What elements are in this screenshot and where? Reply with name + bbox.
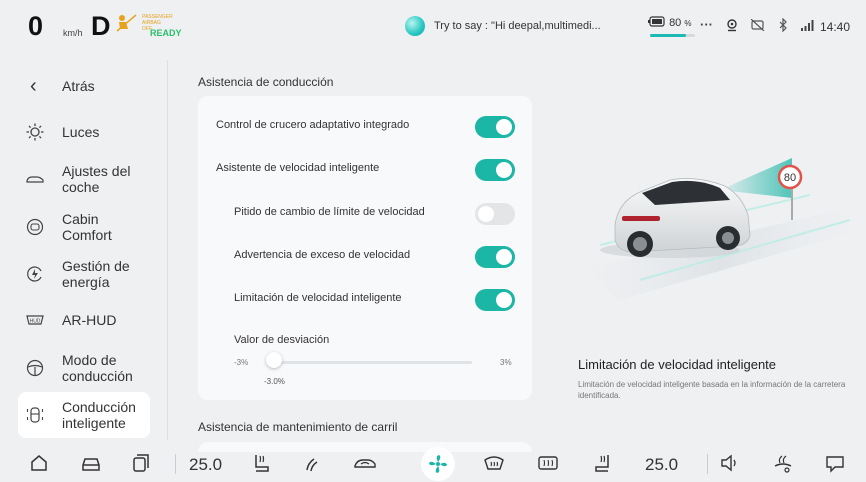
row-label: Asistente de velocidad inteligente bbox=[216, 162, 380, 174]
steering-heat-icon[interactable] bbox=[770, 450, 796, 476]
driving-assist-card: Control de crucero adaptativo integrado … bbox=[198, 96, 532, 400]
limit-chime-toggle[interactable] bbox=[475, 203, 515, 225]
speed-sign-value: 80 bbox=[784, 172, 796, 184]
speed-limit-illustration: 80 bbox=[580, 158, 860, 300]
fan-button[interactable] bbox=[421, 447, 455, 481]
row-label: Control de crucero adaptativo integrado bbox=[216, 119, 410, 131]
car-status-icon[interactable] bbox=[78, 450, 104, 476]
signal-icon bbox=[801, 20, 814, 31]
deviation-label: Valor de desviación bbox=[234, 334, 330, 346]
bluetooth-icon[interactable] bbox=[778, 18, 788, 32]
row-label: Pitido de cambio de límite de velocidad bbox=[234, 206, 425, 218]
sidebar-item-label: Cabin Comfort bbox=[62, 211, 112, 243]
volume-icon[interactable] bbox=[717, 450, 743, 476]
battery-indicator: 80 % bbox=[648, 16, 692, 29]
row-overspeed-warning: Advertencia de exceso de velocidad bbox=[198, 246, 532, 268]
sidebar-item-label: Modo de conducción bbox=[62, 352, 133, 384]
slider-min-label: -3% bbox=[234, 358, 249, 367]
hud-icon: HUD bbox=[26, 315, 44, 325]
row-label: Limitación de velocidad inteligente bbox=[234, 292, 402, 304]
light-icon bbox=[26, 123, 44, 141]
status-bar: 0 km/h D PASSENGER AIRBAG OFF READY Try … bbox=[0, 0, 866, 52]
rear-defrost-icon[interactable] bbox=[535, 450, 561, 476]
location-icon[interactable] bbox=[725, 18, 739, 32]
toggle-knob bbox=[496, 292, 512, 308]
gear-indicator: D bbox=[91, 11, 111, 41]
steering-icon bbox=[26, 359, 44, 377]
toggle-knob bbox=[478, 206, 494, 222]
cast-icon[interactable] bbox=[751, 19, 765, 31]
left-temperature[interactable]: 25.0 bbox=[189, 455, 222, 475]
sidebar-item-luces[interactable]: Luces bbox=[18, 109, 150, 155]
message-icon[interactable] bbox=[822, 450, 848, 476]
toggle-knob bbox=[496, 162, 512, 178]
battery-icon bbox=[648, 16, 665, 27]
sidebar-item-modo-conduccion[interactable]: Modo de conducción bbox=[18, 345, 150, 391]
sidebar-item-label: Gestión de energía bbox=[62, 258, 130, 290]
battery-fill bbox=[650, 34, 686, 37]
row-limit-chime: Pitido de cambio de límite de velocidad bbox=[198, 203, 532, 225]
feature-description-body: Limitación de velocidad inteligente basa… bbox=[578, 380, 846, 400]
section-title-driving-assist: Asistencia de conducción bbox=[198, 75, 334, 89]
toggle-knob bbox=[496, 249, 512, 265]
sidebar-item-ar-hud[interactable]: HUD AR-HUD bbox=[18, 297, 150, 343]
chevron-left-icon: ‹ bbox=[30, 75, 37, 97]
battery-bar bbox=[650, 34, 695, 37]
clock: 14:40 bbox=[820, 20, 851, 34]
sidebar-item-conduccion-inteligente[interactable]: Conducción inteligente bbox=[18, 392, 150, 438]
recirculation-icon[interactable] bbox=[352, 450, 378, 476]
car-icon bbox=[26, 176, 44, 183]
overspeed-warning-toggle[interactable] bbox=[475, 246, 515, 268]
speed-unit: km/h bbox=[63, 28, 83, 38]
energy-icon bbox=[27, 266, 42, 282]
sidebar-item-gestion-energia[interactable]: Gestión de energía bbox=[18, 251, 150, 297]
more-icon[interactable]: ··· bbox=[700, 17, 713, 32]
seat-heat-left-icon[interactable] bbox=[248, 450, 274, 476]
sidebar-item-label: Luces bbox=[62, 124, 100, 140]
sidebar: ‹ Atrás Luces Ajustes del coche Cabin Co… bbox=[0, 60, 168, 440]
apps-icon[interactable] bbox=[128, 450, 154, 476]
deviation-slider-thumb[interactable] bbox=[266, 352, 282, 368]
right-temperature[interactable]: 25.0 bbox=[645, 455, 678, 475]
sidebar-item-label: Ajustes del coche bbox=[62, 163, 131, 195]
back-label: Atrás bbox=[62, 78, 95, 94]
dock-divider bbox=[707, 454, 708, 474]
voice-hint[interactable]: Try to say : "Hi deepal,multimedi... bbox=[434, 20, 601, 32]
sidebar-divider bbox=[167, 60, 168, 440]
acc-toggle[interactable] bbox=[475, 116, 515, 138]
sidebar-item-label: AR-HUD bbox=[62, 312, 117, 328]
airflow-icon[interactable] bbox=[298, 450, 324, 476]
front-defrost-icon[interactable] bbox=[481, 450, 507, 476]
fan-icon bbox=[429, 455, 447, 473]
smart-drive-icon bbox=[26, 407, 44, 423]
dock-divider bbox=[175, 454, 176, 474]
row-speed-assist: Asistente de velocidad inteligente bbox=[198, 159, 532, 181]
toggle-knob bbox=[496, 119, 512, 135]
battery-percent: 80 bbox=[669, 17, 682, 29]
feature-description-title: Limitación de velocidad inteligente bbox=[578, 357, 777, 372]
section-title-lane-keep: Asistencia de mantenimiento de carril bbox=[198, 420, 398, 434]
row-label: Advertencia de exceso de velocidad bbox=[234, 249, 411, 261]
sidebar-item-ajustes-coche[interactable]: Ajustes del coche bbox=[18, 156, 150, 202]
svg-text:HUD: HUD bbox=[30, 319, 41, 325]
battery-unit: % bbox=[684, 19, 692, 28]
voice-assistant-icon[interactable] bbox=[405, 16, 425, 36]
deviation-slider-track[interactable] bbox=[268, 361, 472, 364]
bottom-dock: 25.0 25.0 bbox=[0, 446, 866, 482]
home-icon[interactable] bbox=[26, 450, 52, 476]
speed-limit-toggle[interactable] bbox=[475, 289, 515, 311]
ready-indicator: READY bbox=[150, 28, 182, 38]
seat-heat-right-icon[interactable] bbox=[590, 450, 616, 476]
seat-icon bbox=[26, 218, 44, 236]
sidebar-item-cabin-comfort[interactable]: Cabin Comfort bbox=[18, 204, 150, 250]
airbag-icon bbox=[116, 14, 137, 32]
speed-assist-toggle[interactable] bbox=[475, 159, 515, 181]
speed-readout: 0 bbox=[28, 11, 44, 41]
sidebar-item-label: Conducción inteligente bbox=[62, 399, 136, 431]
slider-max-label: 3% bbox=[500, 358, 512, 367]
row-speed-limit: Limitación de velocidad inteligente bbox=[198, 289, 532, 311]
row-acc: Control de crucero adaptativo integrado bbox=[198, 116, 532, 138]
slider-value: -3.0% bbox=[264, 377, 285, 386]
